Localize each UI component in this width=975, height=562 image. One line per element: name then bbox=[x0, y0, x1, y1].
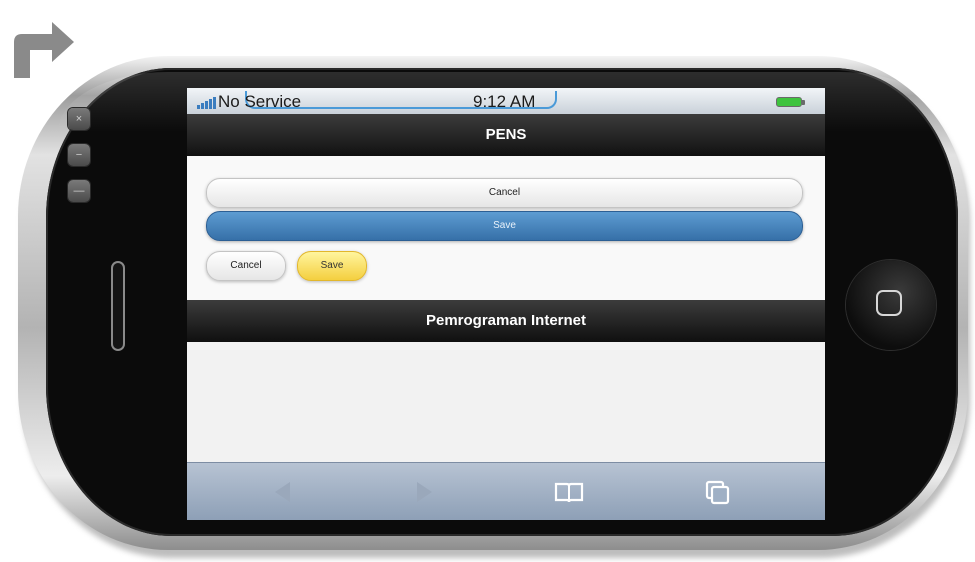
bookmarks-book-icon[interactable] bbox=[552, 475, 586, 509]
browser-toolbar bbox=[187, 462, 825, 520]
status-bar: No Service 9:12 AM bbox=[187, 88, 825, 114]
page-body bbox=[187, 342, 825, 462]
cancel-button-inline[interactable]: Cancel bbox=[206, 251, 286, 281]
save-button-full[interactable]: Save bbox=[206, 211, 803, 241]
home-button-icon bbox=[876, 290, 902, 316]
content-area: Cancel Save Cancel Save bbox=[187, 156, 825, 300]
footer-bar: Pemrograman Internet bbox=[187, 300, 825, 342]
forward-arrow-icon[interactable] bbox=[407, 475, 441, 509]
minimize-icon[interactable]: − bbox=[68, 144, 90, 166]
home-button[interactable] bbox=[846, 260, 936, 350]
pages-icon[interactable] bbox=[701, 475, 735, 509]
signal-bars-icon bbox=[197, 97, 217, 109]
header-bar: PENS bbox=[187, 114, 825, 156]
carrier-label: No Service bbox=[218, 92, 302, 111]
rotate-arrow-icon[interactable] bbox=[8, 12, 78, 82]
page-title: PENS bbox=[485, 126, 527, 143]
back-arrow-icon[interactable] bbox=[266, 475, 300, 509]
speaker-slot bbox=[111, 261, 125, 351]
footer-title: Pemrograman Internet bbox=[425, 312, 587, 329]
toolbar-toggle-icon[interactable]: — bbox=[68, 180, 90, 202]
save-button-inline[interactable]: Save bbox=[297, 251, 367, 281]
close-icon[interactable]: × bbox=[68, 108, 90, 130]
battery-icon bbox=[776, 97, 805, 107]
clock: 9:12 AM bbox=[473, 92, 536, 111]
phone-screen: No Service 9:12 AM PENS Cancel Save Canc… bbox=[187, 88, 825, 520]
cancel-button-full[interactable]: Cancel bbox=[206, 178, 803, 208]
